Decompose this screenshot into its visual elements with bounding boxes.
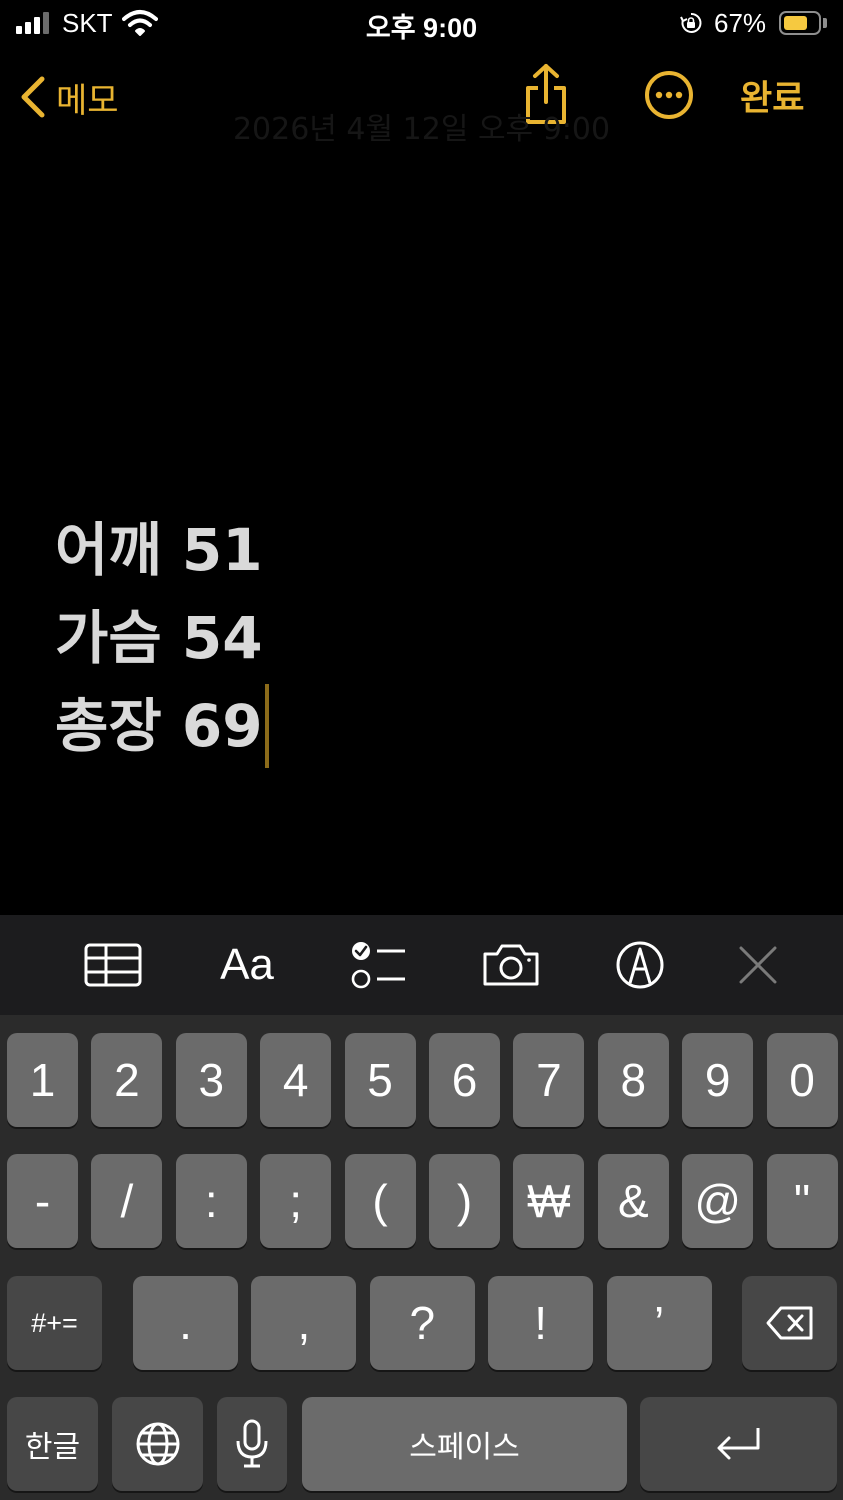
number-key[interactable]: 2 (91, 1033, 163, 1127)
dictation-key[interactable] (217, 1397, 287, 1491)
punctuation-key-label: , (297, 1297, 311, 1349)
note-line[interactable]: 가슴 54 (55, 594, 269, 682)
checklist-button[interactable] (349, 939, 407, 991)
number-key[interactable]: 6 (429, 1033, 500, 1127)
number-key-label: 5 (367, 1054, 393, 1106)
symbols-key-label: #+= (31, 1307, 78, 1338)
battery-tip (823, 18, 827, 28)
punctuation-key[interactable]: ? (369, 1276, 475, 1370)
table-icon (84, 943, 142, 987)
symbol-key[interactable]: : (175, 1154, 247, 1248)
camera-icon (483, 944, 539, 986)
number-key-label: 4 (282, 1054, 309, 1106)
return-key[interactable] (640, 1397, 837, 1491)
close-toolbar-button[interactable] (736, 939, 780, 991)
punctuation-key-label: . (179, 1297, 192, 1349)
number-key[interactable]: 4 (260, 1033, 332, 1127)
note-line-text: 총장 69 (55, 692, 263, 760)
symbol-key-label: - (34, 1175, 51, 1227)
orientation-lock-icon (680, 12, 702, 33)
number-key-label: 9 (704, 1054, 731, 1106)
battery-icon (779, 11, 821, 35)
number-key[interactable]: 9 (682, 1033, 754, 1127)
markup-button[interactable] (614, 939, 666, 991)
symbol-key-label: : (204, 1175, 218, 1227)
text-cursor (264, 684, 269, 768)
symbol-key-label: & (617, 1175, 649, 1227)
symbol-key[interactable]: ₩ (513, 1154, 585, 1248)
symbol-key-label: @ (694, 1175, 742, 1227)
symbol-key[interactable]: / (91, 1154, 163, 1248)
number-key[interactable]: 7 (513, 1033, 585, 1127)
punctuation-key-label: ’ (653, 1297, 665, 1349)
symbol-key-label: ₩ (527, 1175, 571, 1227)
delete-key[interactable] (742, 1276, 837, 1370)
punctuation-key[interactable]: ’ (606, 1276, 712, 1370)
table-button[interactable] (84, 939, 142, 991)
symbol-key-label: ( (372, 1175, 388, 1227)
delete-icon (766, 1306, 812, 1340)
punctuation-key-label: ! (534, 1297, 548, 1349)
symbols-key[interactable]: #+= (7, 1276, 102, 1370)
number-key-label: 2 (114, 1054, 140, 1106)
number-key[interactable]: 0 (766, 1033, 838, 1127)
number-key-label: 7 (536, 1054, 562, 1106)
number-key[interactable]: 1 (7, 1033, 78, 1127)
note-body[interactable]: 어깨 51 가슴 54 총장 69 (55, 506, 269, 770)
symbol-key[interactable]: - (7, 1154, 78, 1248)
note-date: 2026년 4월 12일 오후 9:00 (232, 112, 611, 147)
symbol-key[interactable]: ( (344, 1154, 416, 1248)
number-key-label: 3 (198, 1054, 225, 1106)
keyboard: 1 2 3 4 5 6 7 8 9 0 - /:; () ₩ & @ " #+= .,?! ’ 한글 스페이스 (0, 1015, 843, 1500)
symbol-key-label: ) (456, 1175, 473, 1227)
number-key-label: 6 (451, 1054, 478, 1106)
number-key-label: 8 (620, 1054, 647, 1106)
note-line[interactable]: 어깨 51 (55, 506, 269, 594)
number-key[interactable]: 3 (175, 1033, 247, 1127)
punctuation-key[interactable]: ! (488, 1276, 594, 1370)
note-line-last[interactable]: 총장 69 (55, 682, 269, 770)
globe-icon (136, 1422, 179, 1466)
symbol-key[interactable]: " (766, 1154, 838, 1248)
symbol-key-label: / (120, 1175, 134, 1227)
symbol-key[interactable]: @ (682, 1154, 754, 1248)
symbol-key-label: " (793, 1175, 811, 1227)
number-key[interactable]: 5 (344, 1033, 416, 1127)
markup-icon (616, 941, 664, 989)
status-bar: SKT 오후 9:00 67% (0, 0, 843, 48)
close-icon (739, 946, 777, 984)
space-key[interactable]: 스페이스 (302, 1397, 627, 1491)
battery-percent: 67% (714, 8, 767, 38)
format-button[interactable]: Aa (214, 939, 280, 991)
punctuation-key[interactable]: , (251, 1276, 357, 1370)
format-toolbar: Aa (0, 915, 843, 1015)
symbol-key[interactable]: ) (429, 1154, 500, 1248)
number-key-label: 1 (29, 1054, 56, 1106)
symbol-key[interactable]: & (597, 1154, 669, 1248)
number-key-label: 0 (789, 1054, 815, 1106)
punctuation-key[interactable]: . (133, 1276, 238, 1370)
space-key-label: 스페이스 (409, 1431, 520, 1464)
checklist-icon (351, 942, 405, 989)
number-key[interactable]: 8 (597, 1033, 669, 1127)
return-icon (717, 1428, 759, 1460)
globe-key[interactable] (112, 1397, 203, 1491)
symbol-key-label: ; (289, 1175, 303, 1227)
symbol-key[interactable]: ; (260, 1154, 332, 1248)
language-key-label: 한글 (24, 1431, 81, 1464)
language-key[interactable]: 한글 (7, 1397, 98, 1491)
microphone-icon (236, 1419, 268, 1468)
camera-button[interactable] (481, 939, 541, 991)
format-icon: Aa (220, 940, 274, 989)
punctuation-key-label: ? (409, 1297, 436, 1349)
